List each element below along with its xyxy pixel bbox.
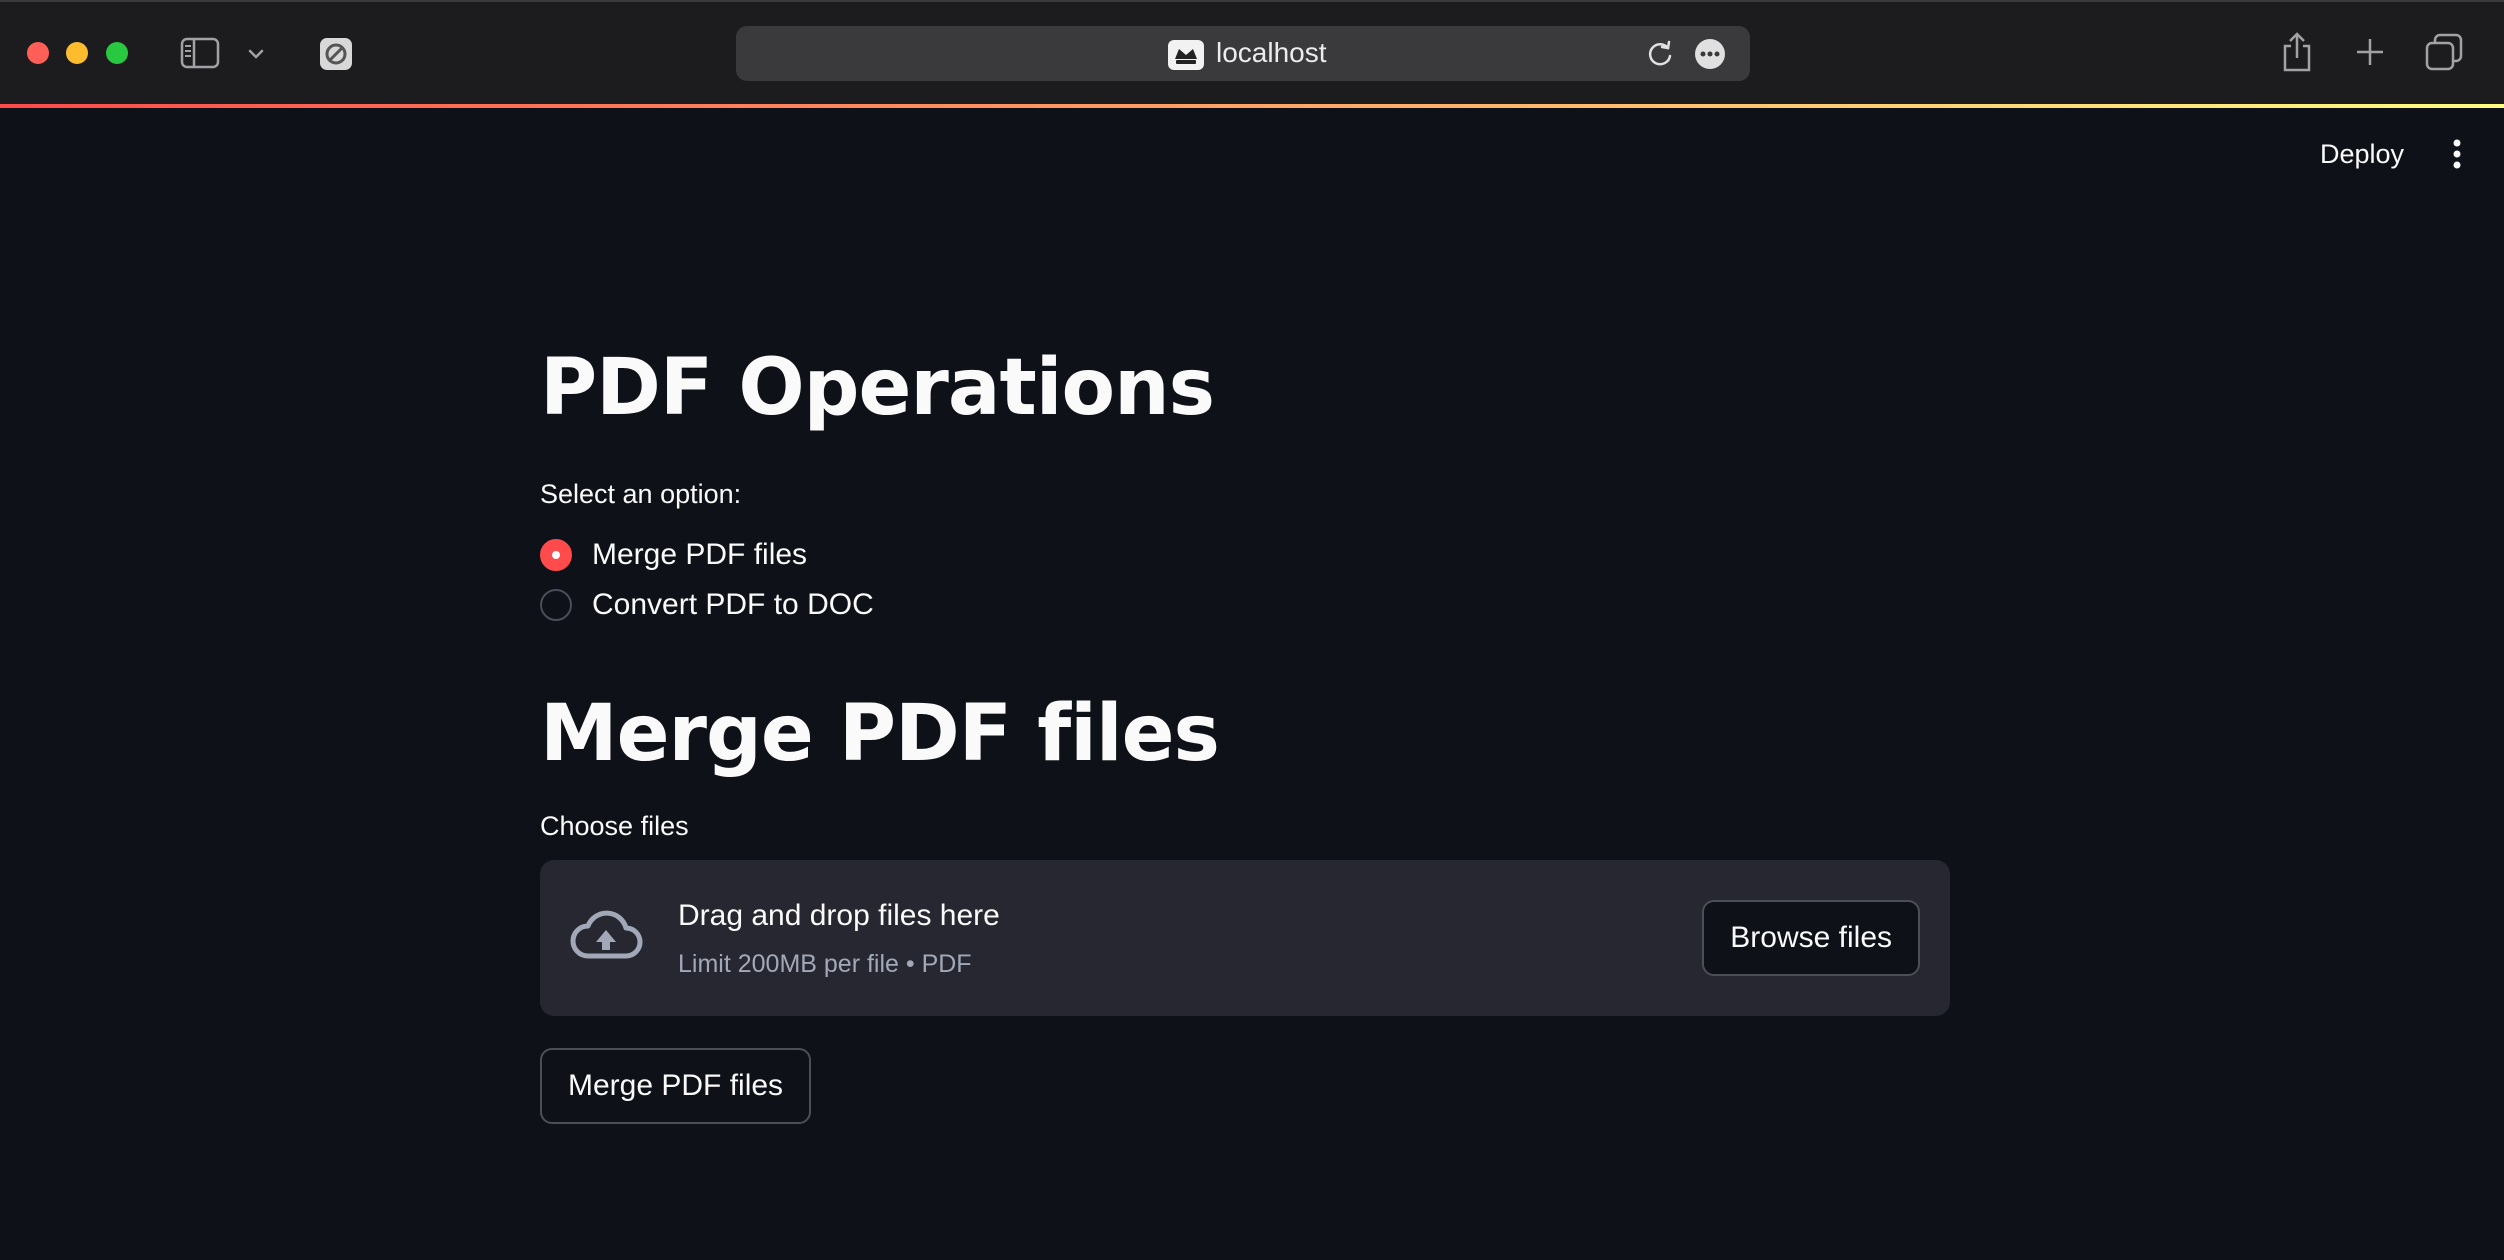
streamlit-icon xyxy=(1168,40,1204,70)
cloud-upload-icon xyxy=(568,906,644,966)
tabs-icon[interactable] xyxy=(2424,32,2464,72)
radio-option-merge[interactable]: Merge PDF files xyxy=(540,530,1950,580)
dropzone-instructions: Drag and drop files here xyxy=(678,899,1000,932)
option-radio-group: Merge PDF files Convert PDF to DOC xyxy=(540,530,1950,630)
uploader-label: Choose files xyxy=(540,811,689,841)
merge-pdf-button[interactable]: Merge PDF files xyxy=(540,1048,812,1124)
radio-checked-icon[interactable] xyxy=(540,539,572,571)
zoom-window-button[interactable] xyxy=(106,42,128,64)
browse-files-button[interactable]: Browse files xyxy=(1702,900,1920,976)
minimize-window-button[interactable] xyxy=(66,42,88,64)
section-title: Merge PDF files xyxy=(540,689,1220,779)
browser-toolbar: localhost xyxy=(0,0,2504,104)
page-title: PDF Operations xyxy=(540,343,1215,433)
more-icon[interactable] xyxy=(1694,38,1726,70)
decoration-bar xyxy=(0,104,2504,108)
address-bar[interactable]: localhost xyxy=(736,26,1750,81)
radio-unchecked-icon[interactable] xyxy=(540,589,572,621)
radio-group-label: Select an option: xyxy=(540,479,742,509)
reload-icon[interactable] xyxy=(1644,38,1676,70)
sidebar-icon[interactable] xyxy=(180,36,220,70)
main-content: PDF Operations Select an option: Merge P… xyxy=(540,330,1950,1124)
close-window-button[interactable] xyxy=(27,42,49,64)
extension-icon[interactable] xyxy=(318,36,354,72)
chevron-down-icon[interactable] xyxy=(244,40,268,68)
plus-icon[interactable] xyxy=(2350,32,2390,72)
share-icon[interactable] xyxy=(2278,28,2316,76)
main-menu-icon[interactable] xyxy=(2440,134,2474,174)
file-dropzone[interactable]: Drag and drop files here Limit 200MB per… xyxy=(540,860,1950,1016)
radio-option-convert[interactable]: Convert PDF to DOC xyxy=(540,580,1950,630)
radio-option-label: Merge PDF files xyxy=(592,538,808,571)
url-text: localhost xyxy=(1216,37,1327,68)
dropzone-limit: Limit 200MB per file • PDF xyxy=(678,950,972,978)
deploy-button[interactable]: Deploy xyxy=(2302,134,2422,174)
radio-option-label: Convert PDF to DOC xyxy=(592,588,874,621)
